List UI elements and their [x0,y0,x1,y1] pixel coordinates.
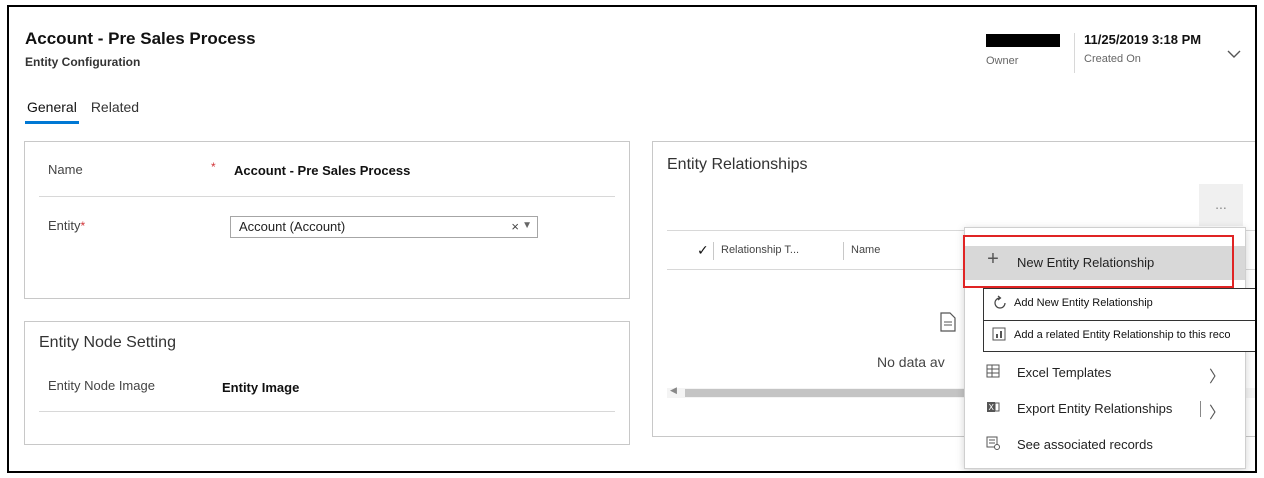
entity-lookup-value: Account (Account) [239,219,346,234]
created-on-label: Created On [1084,53,1141,65]
header-divider [1074,33,1075,73]
menu-item-label: Excel Templates [1017,365,1112,380]
highlight-box [963,235,1234,288]
svg-text:X: X [989,403,995,412]
empty-document-icon [940,312,956,337]
created-on-field: 11/25/2019 3:18 PM Created On [1084,32,1201,65]
add-related-icon [992,327,1008,343]
entity-label-text: Entity [48,218,81,233]
menu-item-label: Export Entity Relationships [1017,401,1173,416]
flyout-item-add-related[interactable]: Add a related Entity Relationship to thi… [984,322,1255,352]
column-separator [713,242,714,260]
menu-item-export-entity-relationships[interactable]: X Export Entity Relationships 〉 [965,392,1245,426]
menu-item-see-associated-records[interactable]: See associated records [965,428,1245,462]
entity-lookup-field[interactable]: Account (Account) × ▼ [230,216,538,238]
select-all-checkmark-icon[interactable]: ✓ [697,242,709,259]
owner-field[interactable]: Owner [986,34,1062,67]
name-required-marker: * [211,160,216,174]
name-label: Name [48,162,83,177]
section-heading-relationships: Entity Relationships [667,156,808,173]
scrollbar-thumb[interactable] [685,389,985,397]
page-title: Account - Pre Sales Process [25,29,256,48]
flyout-divider [984,320,1255,321]
entity-node-setting-section: Entity Node Setting Entity Node Image En… [24,321,630,445]
dropdown-arrow-icon[interactable]: ▼ [522,220,532,231]
entity-required-marker: * [80,219,86,233]
menu-item-label: See associated records [1017,437,1153,452]
associated-records-icon [985,436,1001,452]
field-divider [39,411,615,412]
chevron-right-icon[interactable]: 〉 [1209,399,1225,423]
created-on-value: 11/25/2019 3:18 PM [1084,32,1202,47]
clear-icon[interactable]: × [511,219,519,234]
page-subtitle: Entity Configuration [25,55,141,69]
export-excel-icon: X [985,400,1001,416]
tab-related[interactable]: Related [89,99,141,124]
header-expand-chevron-icon[interactable] [1225,47,1243,61]
column-header-relationship-type[interactable]: Relationship T... [721,244,799,256]
menu-item-excel-templates[interactable]: Excel Templates 〉 [965,356,1245,390]
owner-value-redacted [986,34,1060,47]
column-separator [843,242,844,260]
section-heading-node-setting: Entity Node Setting [39,334,176,351]
flyout-item-add-new[interactable]: Add New Entity Relationship [984,290,1255,320]
refresh-icon [992,295,1008,311]
form-window: Account - Pre Sales Process Entity Confi… [7,5,1257,473]
owner-label: Owner [986,55,1019,67]
entity-node-image-value[interactable]: Entity Image [222,380,299,395]
empty-grid-message: No data av [877,354,945,370]
scroll-left-arrow-icon[interactable]: ◀ [670,385,677,396]
split-separator [1200,401,1201,417]
form-tabs: General Related [25,99,141,124]
column-header-name[interactable]: Name [851,244,880,256]
tab-general[interactable]: General [25,99,79,124]
entity-label: Entity* [48,218,85,233]
flyout-item-label: Add a related Entity Relationship to thi… [1014,329,1231,341]
flyout-item-label: Add New Entity Relationship [1014,297,1153,309]
excel-icon [985,364,1001,380]
new-relationship-flyout: Add New Entity Relationship Add a relate… [983,288,1255,352]
entity-node-image-label: Entity Node Image [48,378,155,393]
more-commands-button[interactable]: ... [1199,184,1243,226]
chevron-right-icon: 〉 [1208,369,1225,386]
field-divider [39,196,615,197]
name-value[interactable]: Account - Pre Sales Process [234,163,410,178]
general-section: Name * Account - Pre Sales Process Entit… [24,141,630,299]
